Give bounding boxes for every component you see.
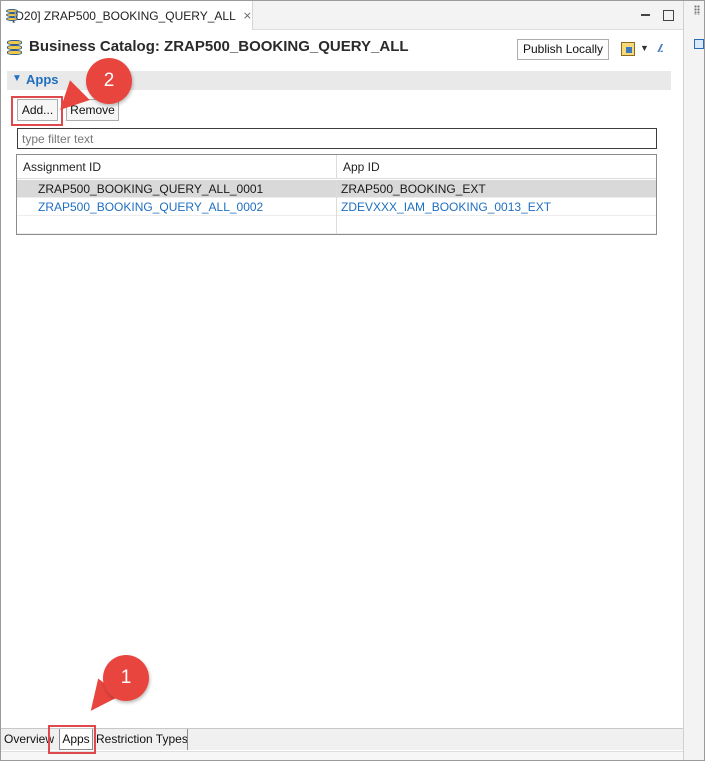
step-marker-1: 1 xyxy=(103,655,149,701)
close-icon[interactable]: ⨯ xyxy=(243,9,252,22)
business-catalog-icon xyxy=(6,9,18,22)
column-header-app-id[interactable]: App ID xyxy=(336,155,656,179)
editor-tab[interactable]: [D20] ZRAP500_BOOKING_QUERY_ALL ⨯ xyxy=(1,1,253,30)
page-title: Business Catalog: ZRAP500_BOOKING_QUERY_… xyxy=(29,38,409,55)
editor-tab-bar: [D20] ZRAP500_BOOKING_QUERY_ALL ⨯ xyxy=(1,1,683,30)
column-header-assignment-id[interactable]: Assignment ID xyxy=(17,155,336,179)
tab-restriction-types[interactable]: Restriction Types xyxy=(96,729,188,750)
apps-table: Assignment ID App ID ZRAP500_BOOKING_QUE… xyxy=(16,154,657,235)
table-header: Assignment ID App ID xyxy=(17,155,656,179)
minimize-icon[interactable] xyxy=(639,8,653,22)
app-id-cell[interactable]: ZDEVXXX_IAM_BOOKING_0013_EXT xyxy=(336,198,656,216)
dropdown-caret-icon[interactable]: ▼ xyxy=(640,43,649,53)
chevron-down-icon[interactable]: ▼ xyxy=(12,73,22,84)
drag-handle-icon[interactable] xyxy=(694,5,700,15)
assignment-id-cell[interactable]: ZRAP500_BOOKING_QUERY_ALL_0002 xyxy=(17,198,336,216)
section-title[interactable]: Apps xyxy=(26,72,59,87)
filter-input[interactable] xyxy=(17,128,657,149)
toolbar-menu-icon[interactable]: //.. xyxy=(658,43,664,55)
app-id-cell[interactable]: ZRAP500_BOOKING_EXT xyxy=(336,180,656,198)
apps-tab-highlight xyxy=(48,725,96,754)
editor-page-tabs: Overview Apps Restriction Types xyxy=(1,728,683,750)
publish-locally-button[interactable]: Publish Locally xyxy=(517,39,610,60)
table-row-empty xyxy=(17,216,656,234)
empty-cell xyxy=(336,216,656,234)
maximize-icon[interactable] xyxy=(661,8,675,22)
editor-tab-label: [D20] ZRAP500_BOOKING_QUERY_ALL xyxy=(11,8,236,23)
toolbar-action-icon[interactable] xyxy=(621,42,635,56)
status-strip xyxy=(1,751,683,760)
table-row[interactable]: ZRAP500_BOOKING_QUERY_ALL_0002 ZDEVXXX_I… xyxy=(17,198,656,216)
table-row[interactable]: ZRAP500_BOOKING_QUERY_ALL_0001 ZRAP500_B… xyxy=(17,180,656,198)
assignment-id-cell[interactable]: ZRAP500_BOOKING_QUERY_ALL_0001 xyxy=(17,180,336,198)
empty-cell xyxy=(17,216,336,234)
tab-overview[interactable]: Overview xyxy=(4,729,54,750)
business-catalog-icon xyxy=(7,40,22,56)
step-marker-2: 2 xyxy=(86,58,132,104)
right-side-rail xyxy=(683,1,704,760)
outline-view-icon[interactable] xyxy=(694,39,704,49)
